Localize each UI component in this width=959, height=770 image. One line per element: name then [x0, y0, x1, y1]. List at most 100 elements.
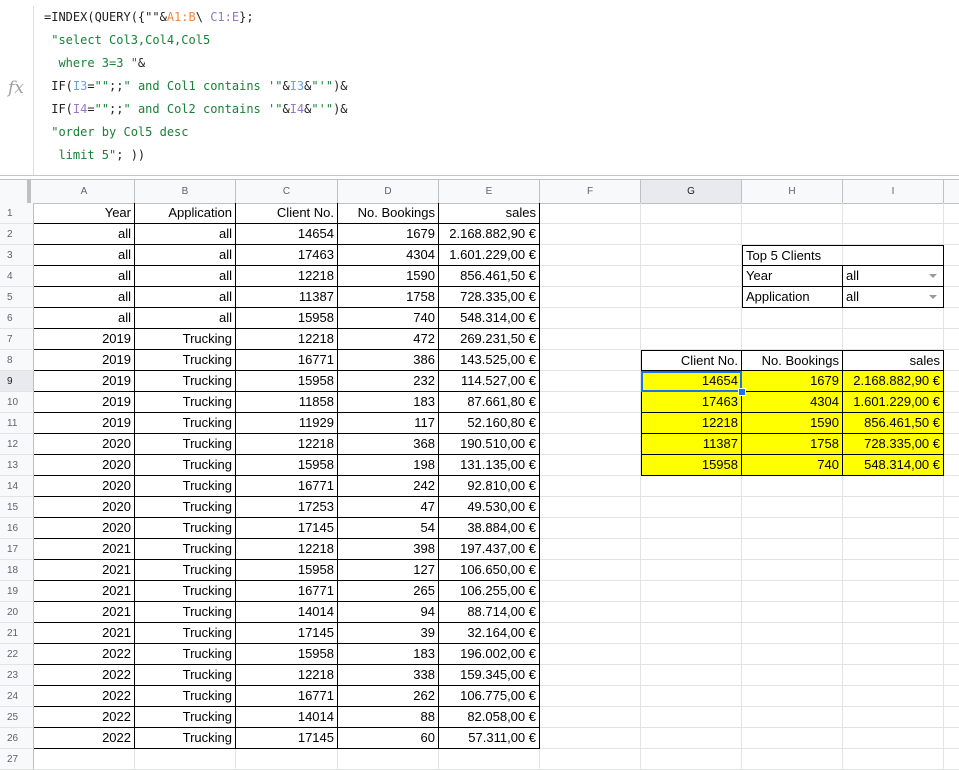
- empty-cell[interactable]: [944, 665, 959, 686]
- data-cell[interactable]: 548.314,00 €: [439, 308, 540, 329]
- empty-cell[interactable]: [944, 686, 959, 707]
- empty-cell[interactable]: [641, 329, 742, 350]
- row-header-25[interactable]: 25: [0, 707, 34, 728]
- empty-cell[interactable]: [540, 728, 641, 749]
- empty-cell[interactable]: [742, 623, 843, 644]
- data-cell[interactable]: 197.437,00 €: [439, 539, 540, 560]
- selected-cell[interactable]: 14654: [641, 371, 742, 392]
- dropdown-arrow-icon[interactable]: [929, 295, 937, 299]
- empty-cell[interactable]: [944, 350, 959, 371]
- empty-cell[interactable]: [540, 644, 641, 665]
- empty-cell[interactable]: [843, 644, 944, 665]
- empty-cell[interactable]: [944, 392, 959, 413]
- empty-cell[interactable]: [641, 539, 742, 560]
- top-clients-title[interactable]: Top 5 Clients: [742, 245, 944, 266]
- empty-cell[interactable]: [641, 728, 742, 749]
- data-cell[interactable]: 2019: [34, 371, 135, 392]
- data-cell[interactable]: Trucking: [135, 518, 236, 539]
- empty-cell[interactable]: [641, 707, 742, 728]
- empty-cell[interactable]: [540, 329, 641, 350]
- data-cell[interactable]: 106.255,00 €: [439, 581, 540, 602]
- empty-cell[interactable]: [742, 749, 843, 770]
- empty-cell[interactable]: [641, 245, 742, 266]
- empty-cell[interactable]: [641, 623, 742, 644]
- result-cell[interactable]: 2.168.882,90 €: [843, 371, 944, 392]
- row-header-2[interactable]: 2: [0, 224, 34, 245]
- data-cell[interactable]: 1.601.229,00 €: [439, 245, 540, 266]
- empty-cell[interactable]: [540, 371, 641, 392]
- empty-cell[interactable]: [641, 644, 742, 665]
- data-cell[interactable]: 117: [338, 413, 439, 434]
- data-cell[interactable]: all: [135, 287, 236, 308]
- data-cell[interactable]: 16771: [236, 581, 338, 602]
- result-header-cell[interactable]: Client No.: [641, 350, 742, 371]
- empty-cell[interactable]: [944, 749, 959, 770]
- data-cell[interactable]: Trucking: [135, 329, 236, 350]
- empty-cell[interactable]: [843, 539, 944, 560]
- empty-cell[interactable]: [540, 581, 641, 602]
- data-cell[interactable]: 49.530,00 €: [439, 497, 540, 518]
- column-header-f[interactable]: F: [540, 180, 641, 203]
- empty-cell[interactable]: [540, 623, 641, 644]
- empty-cell[interactable]: [439, 749, 540, 770]
- data-cell[interactable]: Trucking: [135, 392, 236, 413]
- data-cell[interactable]: 14014: [236, 602, 338, 623]
- empty-cell[interactable]: [843, 308, 944, 329]
- data-cell[interactable]: 2021: [34, 602, 135, 623]
- column-header-e[interactable]: E: [439, 180, 540, 203]
- row-header-7[interactable]: 7: [0, 329, 34, 350]
- empty-cell[interactable]: [843, 623, 944, 644]
- application-dropdown[interactable]: all: [843, 287, 944, 308]
- row-header-16[interactable]: 16: [0, 518, 34, 539]
- data-cell[interactable]: 269.231,50 €: [439, 329, 540, 350]
- data-cell[interactable]: 2020: [34, 434, 135, 455]
- result-header-cell[interactable]: sales: [843, 350, 944, 371]
- data-cell[interactable]: Trucking: [135, 560, 236, 581]
- data-cell[interactable]: 2020: [34, 497, 135, 518]
- empty-cell[interactable]: [641, 266, 742, 287]
- data-cell[interactable]: 57.311,00 €: [439, 728, 540, 749]
- empty-cell[interactable]: [843, 686, 944, 707]
- empty-cell[interactable]: [540, 308, 641, 329]
- row-header-24[interactable]: 24: [0, 686, 34, 707]
- empty-cell[interactable]: [540, 560, 641, 581]
- data-cell[interactable]: 398: [338, 539, 439, 560]
- empty-cell[interactable]: [944, 707, 959, 728]
- data-cell[interactable]: Trucking: [135, 707, 236, 728]
- data-cell[interactable]: 32.164,00 €: [439, 623, 540, 644]
- empty-cell[interactable]: [843, 749, 944, 770]
- data-cell[interactable]: all: [34, 224, 135, 245]
- row-header-6[interactable]: 6: [0, 308, 34, 329]
- data-cell[interactable]: 265: [338, 581, 439, 602]
- data-cell[interactable]: 159.345,00 €: [439, 665, 540, 686]
- data-cell[interactable]: Trucking: [135, 455, 236, 476]
- data-cell[interactable]: 88: [338, 707, 439, 728]
- data-cell[interactable]: 2.168.882,90 €: [439, 224, 540, 245]
- row-header-23[interactable]: 23: [0, 665, 34, 686]
- result-cell[interactable]: 15958: [641, 455, 742, 476]
- result-header-cell[interactable]: No. Bookings: [742, 350, 843, 371]
- empty-cell[interactable]: [944, 245, 959, 266]
- data-cell[interactable]: all: [135, 224, 236, 245]
- row-header-19[interactable]: 19: [0, 581, 34, 602]
- data-cell[interactable]: 114.527,00 €: [439, 371, 540, 392]
- empty-cell[interactable]: [338, 749, 439, 770]
- result-cell[interactable]: 1758: [742, 434, 843, 455]
- data-cell[interactable]: 2022: [34, 686, 135, 707]
- data-cell[interactable]: 15958: [236, 371, 338, 392]
- empty-cell[interactable]: [944, 203, 959, 224]
- result-cell[interactable]: 1590: [742, 413, 843, 434]
- data-cell[interactable]: Trucking: [135, 476, 236, 497]
- data-cell[interactable]: 17145: [236, 623, 338, 644]
- data-cell[interactable]: 2019: [34, 329, 135, 350]
- empty-cell[interactable]: [641, 287, 742, 308]
- empty-cell[interactable]: [641, 203, 742, 224]
- data-cell[interactable]: Trucking: [135, 581, 236, 602]
- empty-cell[interactable]: [540, 665, 641, 686]
- column-header-a[interactable]: A: [34, 180, 135, 203]
- empty-cell[interactable]: [944, 287, 959, 308]
- data-cell[interactable]: 82.058,00 €: [439, 707, 540, 728]
- empty-cell[interactable]: [641, 476, 742, 497]
- empty-cell[interactable]: [540, 707, 641, 728]
- data-cell[interactable]: 728.335,00 €: [439, 287, 540, 308]
